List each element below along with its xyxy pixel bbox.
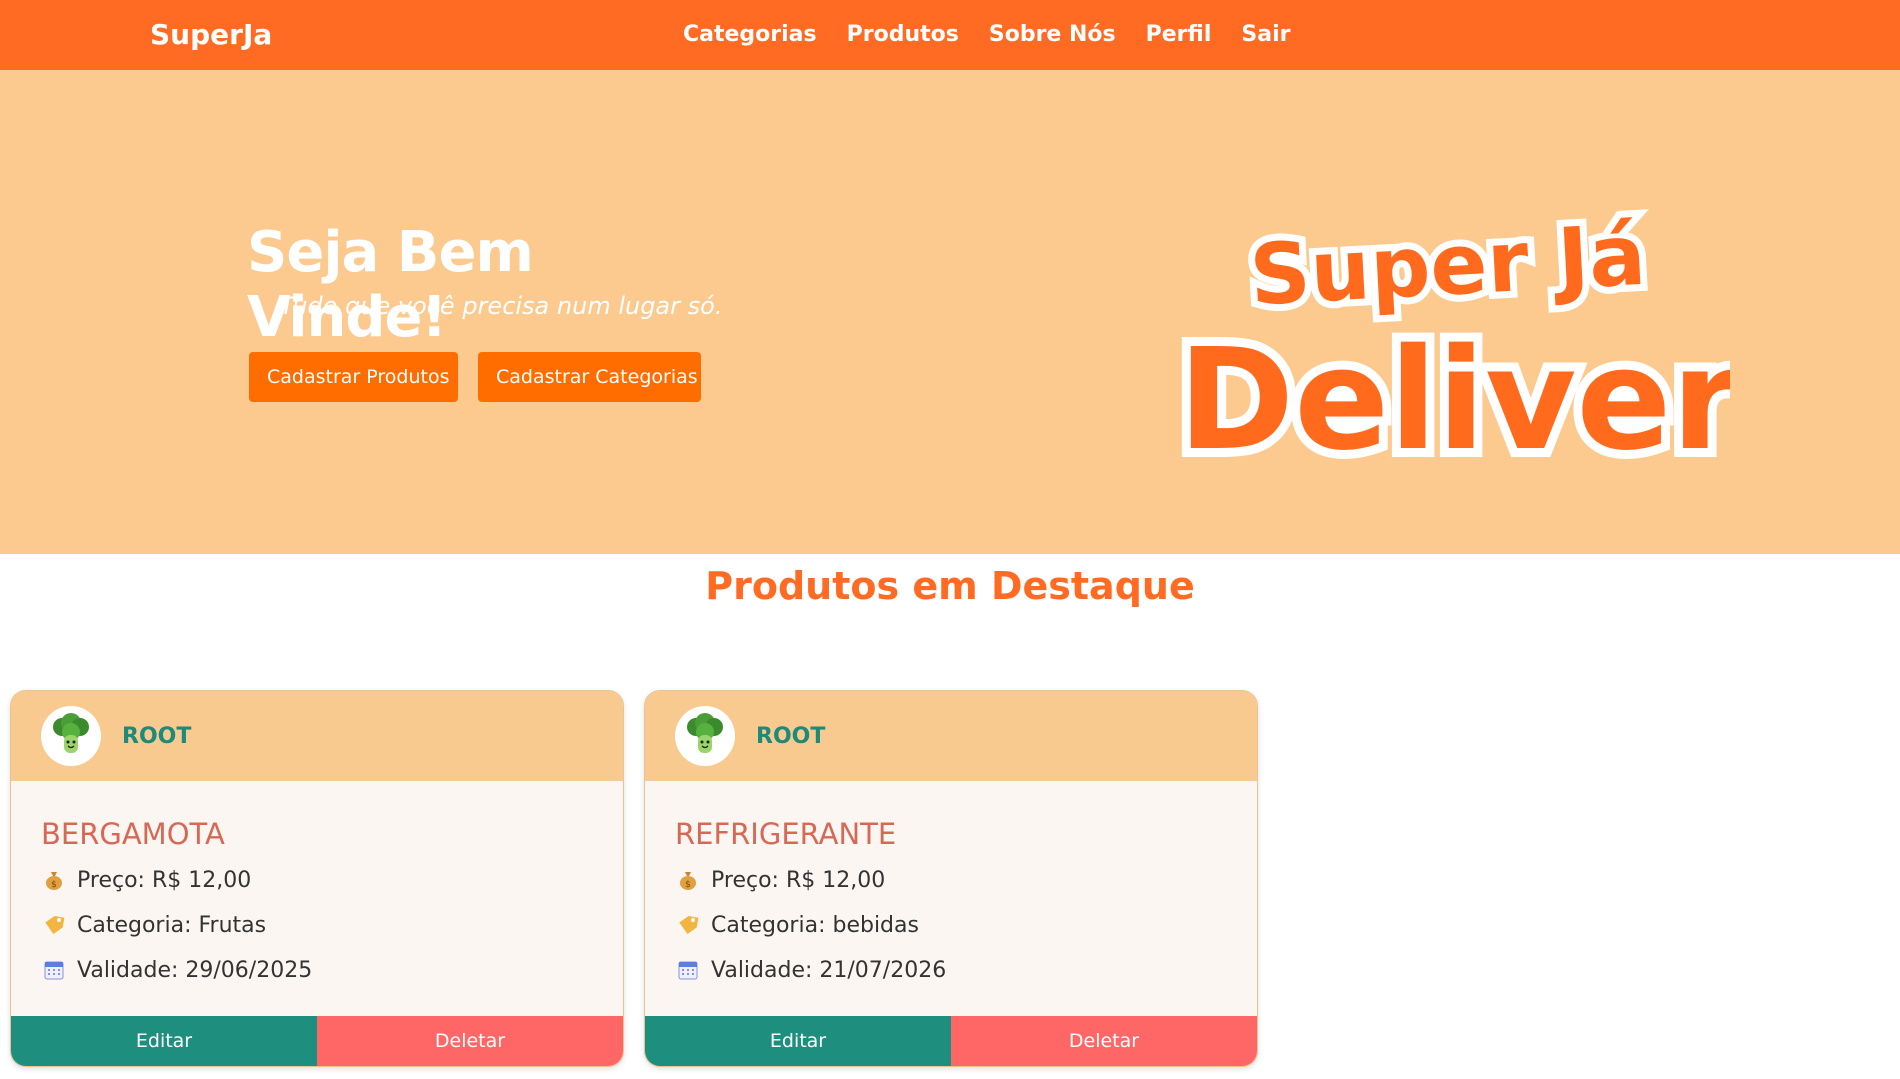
price-text: Preço: R$ 12,00	[711, 867, 886, 893]
brand-logo[interactable]: SuperJa	[150, 18, 272, 51]
super-ja-delivery-logo: Super Já Delivery	[1170, 199, 1730, 491]
card-actions: Editar Deletar	[11, 1016, 623, 1066]
product-name: REFRIGERANTE	[675, 817, 897, 851]
nav-link-categorias[interactable]: Categorias	[683, 22, 817, 47]
svg-text:$: $	[51, 880, 57, 890]
delete-button[interactable]: Deletar	[317, 1016, 623, 1066]
hero-title: Seja Bem Vinde!	[247, 220, 534, 350]
card-header: ROOT	[11, 691, 623, 781]
validity-text: Validade: 29/06/2025	[77, 957, 313, 983]
nav-link-perfil[interactable]: Perfil	[1146, 22, 1212, 47]
broccoli-icon	[675, 706, 735, 766]
nav-link-sobre-nos[interactable]: Sobre Nós	[989, 22, 1116, 47]
product-card: ROOT BERGAMOTA $ Preço: R$ 12,00 Categor…	[10, 690, 624, 1067]
navbar: SuperJa Categorias Produtos Sobre Nós Pe…	[0, 0, 1900, 70]
broccoli-icon	[41, 706, 101, 766]
edit-button[interactable]: Editar	[11, 1016, 317, 1066]
logo-line-2: Delivery	[1178, 319, 1730, 482]
validity-text: Validade: 21/07/2026	[711, 957, 947, 983]
price-text: Preço: R$ 12,00	[77, 867, 252, 893]
tag-icon	[41, 912, 67, 938]
money-bag-icon: $	[41, 867, 67, 893]
product-category: Categoria: bebidas	[675, 912, 919, 938]
card-header: ROOT	[645, 691, 1257, 781]
section-title: Produtos em Destaque	[705, 564, 1195, 608]
svg-text:$: $	[685, 880, 691, 890]
product-price: $ Preço: R$ 12,00	[41, 867, 251, 893]
product-name: BERGAMOTA	[41, 817, 225, 851]
product-validity: Validade: 21/07/2026	[675, 957, 946, 983]
hero-subtitle: Tudo que você precisa num lugar só.	[280, 292, 723, 320]
hero-banner: Seja Bem Vinde! Tudo que você precisa nu…	[0, 70, 1900, 554]
nav-links: Categorias Produtos Sobre Nós Perfil Sai…	[683, 22, 1290, 47]
nav-link-sair[interactable]: Sair	[1241, 22, 1290, 47]
owner-name: ROOT	[756, 724, 826, 749]
category-text: Categoria: bebidas	[711, 912, 919, 938]
calendar-icon	[41, 957, 67, 983]
category-text: Categoria: Frutas	[77, 912, 267, 938]
product-validity: Validade: 29/06/2025	[41, 957, 312, 983]
nav-link-produtos[interactable]: Produtos	[847, 22, 959, 47]
tag-icon	[675, 912, 701, 938]
edit-button[interactable]: Editar	[645, 1016, 951, 1066]
cadastrar-produtos-button[interactable]: Cadastrar Produtos	[249, 352, 458, 402]
card-actions: Editar Deletar	[645, 1016, 1257, 1066]
logo-line-1: Super Já	[1247, 206, 1648, 325]
money-bag-icon: $	[675, 867, 701, 893]
calendar-icon	[675, 957, 701, 983]
cadastrar-categorias-button[interactable]: Cadastrar Categorias	[478, 352, 701, 402]
product-card: ROOT REFRIGERANTE $ Preço: R$ 12,00 Cate…	[644, 690, 1258, 1067]
product-category: Categoria: Frutas	[41, 912, 266, 938]
owner-name: ROOT	[122, 724, 192, 749]
product-price: $ Preço: R$ 12,00	[675, 867, 885, 893]
delete-button[interactable]: Deletar	[951, 1016, 1257, 1066]
